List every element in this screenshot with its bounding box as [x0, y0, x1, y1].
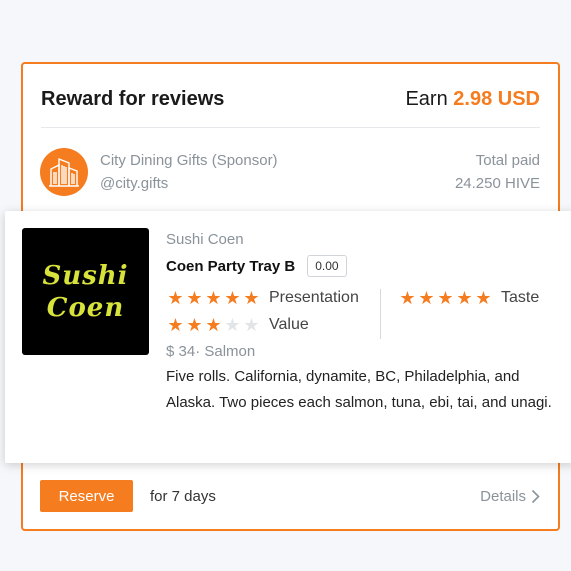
- building-icon[interactable]: [40, 148, 88, 196]
- star-icon: ★: [243, 315, 260, 335]
- card-header: Reward for reviews Earn 2.98 USD: [41, 88, 540, 111]
- rating-label: Taste: [501, 289, 540, 306]
- price-category: $ 34· Salmon: [166, 343, 256, 360]
- earn-label: Earn: [405, 88, 448, 110]
- dish-row: Coen Party Tray B 0.00: [166, 255, 557, 277]
- rating-taste: ★ ★ ★ ★ ★ Taste: [398, 289, 539, 307]
- star-icon: ★: [475, 288, 492, 308]
- star-icon: ★: [205, 288, 222, 308]
- star-icon: ★: [418, 288, 435, 308]
- menu-item-card[interactable]: Sushi Coen Sushi Coen Coen Party Tray B …: [5, 211, 571, 463]
- restaurant-name[interactable]: Sushi Coen: [166, 231, 557, 248]
- rating-divider: [380, 289, 381, 339]
- earn-amount: Earn 2.98 USD: [405, 88, 540, 111]
- star-rating: ★ ★ ★ ★ ★: [166, 289, 261, 307]
- reserve-button[interactable]: Reserve: [40, 480, 133, 512]
- earn-value: 2.98 USD: [453, 88, 540, 110]
- star-icon: ★: [167, 288, 184, 308]
- card-footer: Reserve for 7 days Details: [40, 480, 540, 512]
- reserve-duration: for 7 days: [150, 487, 216, 505]
- sponsor-handle[interactable]: @city.gifts: [100, 172, 278, 195]
- star-icon: ★: [167, 315, 184, 335]
- total-paid-label: Total paid: [475, 152, 540, 169]
- ratings: ★ ★ ★ ★ ★ Presentation ★ ★ ★ ★ ★ Value ★ ★ ★ ★ ★ Tas…: [166, 289, 557, 341]
- dish-name[interactable]: Coen Party Tray B: [166, 258, 295, 275]
- details-link[interactable]: Details: [480, 488, 540, 505]
- star-icon: ★: [456, 288, 473, 308]
- rating-label: Value: [269, 316, 309, 333]
- star-rating: ★ ★ ★ ★ ★: [398, 289, 493, 307]
- restaurant-logo: Sushi Coen: [22, 228, 149, 355]
- star-icon: ★: [205, 315, 222, 335]
- star-icon: ★: [186, 315, 203, 335]
- item-info: Sushi Coen Coen Party Tray B 0.00 ★ ★ ★ ★ ★ …: [166, 231, 557, 416]
- logo-text-line-1: Sushi: [42, 260, 129, 291]
- star-icon: ★: [243, 288, 260, 308]
- header-divider: [41, 127, 540, 128]
- star-icon: ★: [186, 288, 203, 308]
- chevron-right-icon: [531, 489, 540, 503]
- logo-text-line-2: Coen: [46, 292, 125, 323]
- star-rating: ★ ★ ★ ★ ★: [166, 316, 261, 334]
- rating-presentation: ★ ★ ★ ★ ★ Presentation: [166, 289, 359, 307]
- rating-value: ★ ★ ★ ★ ★ Value: [166, 316, 309, 334]
- total-paid: Total paid 24.250 HIVE: [455, 149, 540, 195]
- sponsor-row: City Dining Gifts (Sponsor) @city.gifts …: [40, 148, 540, 196]
- rating-label: Presentation: [269, 289, 359, 306]
- card-title: Reward for reviews: [41, 88, 225, 110]
- star-icon: ★: [224, 288, 241, 308]
- dish-description: Five rolls. California, dynamite, BC, Ph…: [166, 368, 552, 411]
- star-icon: ★: [437, 288, 454, 308]
- star-icon: ★: [399, 288, 416, 308]
- details-label: Details: [480, 487, 526, 505]
- total-paid-value: 24.250 HIVE: [454, 175, 540, 192]
- sponsor-info: City Dining Gifts (Sponsor) @city.gifts: [100, 149, 278, 195]
- price-badge: 0.00: [307, 255, 347, 277]
- star-icon: ★: [224, 315, 241, 335]
- sponsor-name[interactable]: City Dining Gifts (Sponsor): [100, 149, 278, 172]
